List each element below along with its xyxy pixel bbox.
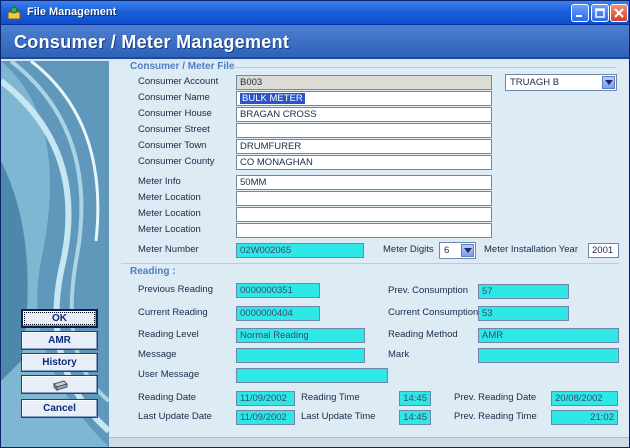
- meter-location-field-3[interactable]: [236, 223, 492, 238]
- prev-reading-time-field[interactable]: 21:02: [551, 410, 618, 425]
- close-icon: [614, 8, 624, 18]
- meter-location-label: Meter Location: [138, 192, 201, 203]
- ok-button[interactable]: OK: [21, 309, 98, 328]
- reading-level-field[interactable]: Normal Reading: [236, 328, 365, 343]
- chevron-down-icon[interactable]: [461, 244, 474, 257]
- printer-icon: [52, 380, 68, 392]
- history-button[interactable]: History: [21, 353, 98, 372]
- install-year-field[interactable]: 2001: [588, 243, 619, 258]
- reading-time-field[interactable]: 14:45: [399, 391, 431, 406]
- consumer-town-field[interactable]: DRUMFURER: [236, 139, 492, 154]
- app-icon: [7, 6, 21, 20]
- prev-consumption-field[interactable]: 57: [478, 284, 569, 299]
- consumer-account-field[interactable]: B003: [236, 75, 492, 90]
- prev-consumption-label: Prev. Consumption: [388, 285, 469, 296]
- message-field[interactable]: [236, 348, 365, 363]
- current-consumption-label: Current Consumption: [388, 307, 479, 318]
- amr-button[interactable]: AMR: [21, 331, 98, 350]
- consumer-street-field[interactable]: [236, 123, 492, 138]
- page-title: Consumer / Meter Management: [14, 32, 290, 52]
- main-form: Consumer / Meter File Consumer Account B…: [109, 61, 629, 447]
- consumer-account-label: Consumer Account: [138, 76, 219, 87]
- minimize-icon: [576, 15, 582, 17]
- minimize-button[interactable]: [571, 4, 589, 22]
- last-update-time-label: Last Update Time: [301, 411, 376, 422]
- meter-location-label: Meter Location: [138, 208, 201, 219]
- mark-field[interactable]: [478, 348, 619, 363]
- consumer-section-title: Consumer / Meter File: [130, 61, 235, 72]
- current-consumption-field[interactable]: 53: [478, 306, 569, 321]
- last-update-date-field[interactable]: 11/09/2002: [236, 410, 295, 425]
- area-dropdown[interactable]: TRUAGH B: [505, 74, 617, 91]
- consumer-name-label: Consumer Name: [138, 92, 210, 103]
- cancel-button[interactable]: Cancel: [21, 399, 98, 418]
- maximize-icon: [595, 8, 605, 18]
- meter-info-label: Meter Info: [138, 176, 181, 187]
- title-bar[interactable]: File Management: [1, 1, 629, 25]
- meter-digits-label: Meter Digits: [383, 244, 434, 255]
- last-update-date-label: Last Update Date: [138, 411, 212, 422]
- consumer-county-field[interactable]: CO MONAGHAN: [236, 155, 492, 170]
- mark-label: Mark: [388, 349, 410, 360]
- previous-reading-field[interactable]: 0000000351: [236, 283, 320, 298]
- window-title: File Management: [27, 6, 117, 18]
- prev-reading-date-label: Prev. Reading Date: [454, 392, 537, 403]
- reading-date-label: Reading Date: [138, 392, 197, 403]
- meter-location-field-2[interactable]: [236, 207, 492, 222]
- prev-reading-time-label: Prev. Reading Time: [454, 411, 537, 422]
- print-button[interactable]: [21, 375, 98, 394]
- consumer-town-label: Consumer Town: [138, 140, 207, 151]
- meter-location-label: Meter Location: [138, 224, 201, 235]
- chevron-down-icon[interactable]: [602, 76, 615, 89]
- close-button[interactable]: [610, 4, 628, 22]
- user-message-label: User Message: [138, 369, 200, 380]
- install-year-label: Meter Installation Year: [484, 244, 579, 255]
- meter-digits-value: 6: [444, 245, 450, 256]
- page-header: Consumer / Meter Management: [1, 25, 629, 59]
- maximize-button[interactable]: [591, 4, 609, 22]
- file-management-window: File Management Consumer / Meter Managem…: [0, 0, 630, 448]
- meter-number-field[interactable]: 02W002065: [236, 243, 364, 258]
- sidebar: OK AMR History Cancel: [1, 61, 109, 447]
- last-update-time-field[interactable]: 14:45: [399, 410, 431, 425]
- meter-info-field[interactable]: 50MM: [236, 175, 492, 190]
- consumer-street-label: Consumer Street: [138, 124, 210, 135]
- previous-reading-label: Previous Reading: [138, 284, 213, 295]
- prev-reading-date-field[interactable]: 20/08/2002: [551, 391, 618, 406]
- section-divider: [121, 263, 619, 264]
- reading-section-title: Reading :: [130, 266, 176, 277]
- section-divider: [228, 67, 616, 68]
- status-strip: [109, 437, 629, 447]
- reading-time-label: Reading Time: [301, 392, 360, 403]
- meter-location-field-1[interactable]: [236, 191, 492, 206]
- consumer-house-label: Consumer House: [138, 108, 212, 119]
- meter-digits-dropdown[interactable]: 6: [439, 242, 476, 259]
- current-reading-field[interactable]: 0000000404: [236, 306, 320, 321]
- current-reading-label: Current Reading: [138, 307, 208, 318]
- message-label: Message: [138, 349, 177, 360]
- consumer-name-field[interactable]: BULK METER: [236, 91, 492, 106]
- consumer-name-value: BULK METER: [240, 93, 305, 104]
- reading-method-field[interactable]: AMR: [478, 328, 619, 343]
- reading-level-label: Reading Level: [138, 329, 199, 340]
- area-dropdown-value: TRUAGH B: [510, 77, 560, 88]
- meter-number-label: Meter Number: [138, 244, 199, 255]
- reading-method-label: Reading Method: [388, 329, 458, 340]
- consumer-house-field[interactable]: BRAGAN CROSS: [236, 107, 492, 122]
- reading-date-field[interactable]: 11/09/2002: [236, 391, 295, 406]
- user-message-field[interactable]: [236, 368, 388, 383]
- consumer-county-label: Consumer County: [138, 156, 215, 167]
